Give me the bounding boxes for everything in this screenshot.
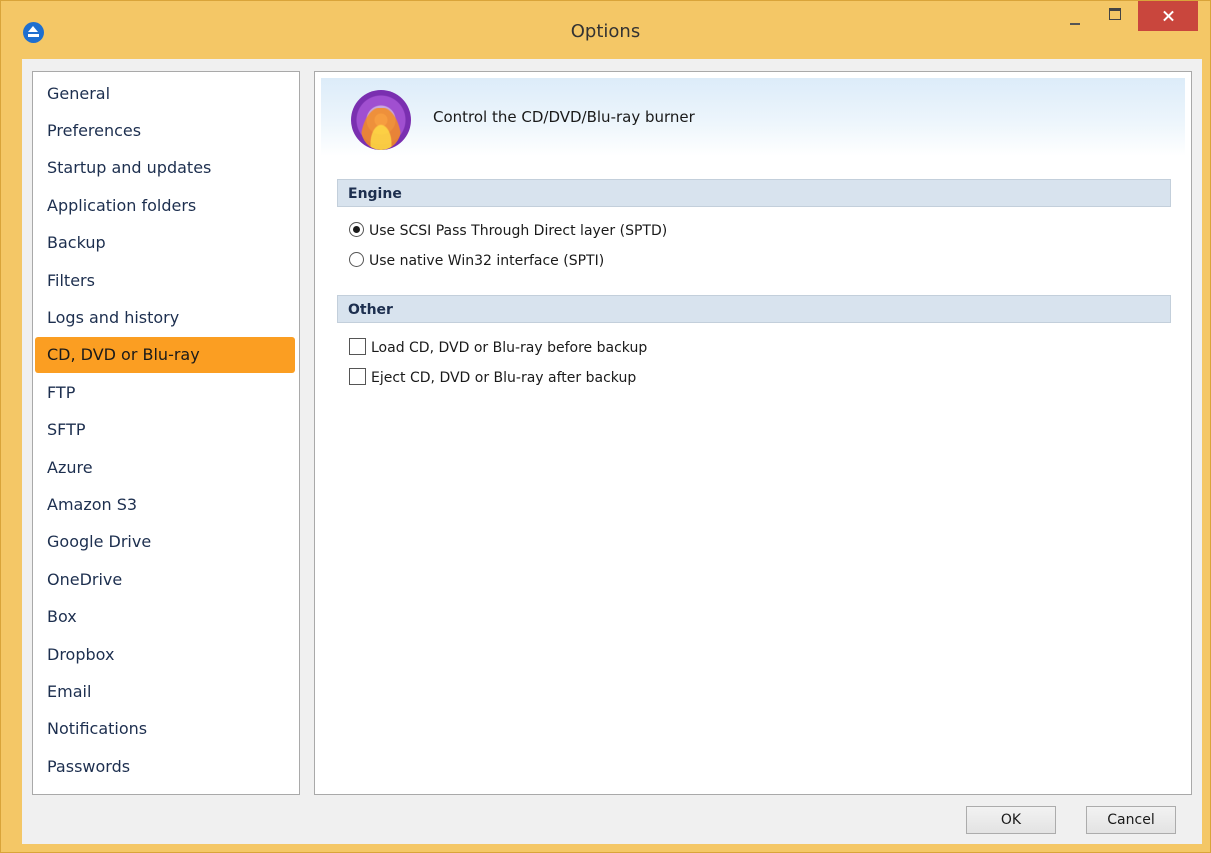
section-header-engine: Engine	[337, 179, 1171, 207]
sidebar-item-google-drive[interactable]: Google Drive	[35, 524, 295, 560]
options-category-list[interactable]: General Preferences Startup and updates …	[32, 71, 300, 795]
checkbox-load-before-backup[interactable]: Load CD, DVD or Blu-ray before backup	[349, 336, 647, 360]
sidebar-item-email[interactable]: Email	[35, 674, 295, 710]
checkbox-eject-after-backup[interactable]: Eject CD, DVD or Blu-ray after backup	[349, 366, 636, 390]
sidebar-item-sftp[interactable]: SFTP	[35, 412, 295, 448]
radio-button-selected[interactable]	[349, 222, 364, 237]
minimize-button[interactable]	[1056, 1, 1094, 41]
page-description: Control the CD/DVD/Blu-ray burner	[433, 108, 695, 126]
checkbox-label-load: Load CD, DVD or Blu-ray before backup	[371, 340, 648, 356]
sidebar-item-backup[interactable]: Backup	[35, 225, 295, 261]
radio-button[interactable]	[349, 252, 364, 267]
sidebar-item-azure[interactable]: Azure	[35, 450, 295, 486]
checkbox-box[interactable]	[349, 368, 366, 385]
sidebar-item-general[interactable]: General	[35, 76, 295, 112]
radio-label-sptd: Use SCSI Pass Through Direct layer (SPTD…	[369, 223, 668, 239]
sidebar-item-cd-dvd-bluray[interactable]: CD, DVD or Blu-ray	[35, 337, 295, 373]
sidebar-item-notifications[interactable]: Notifications	[35, 711, 295, 747]
radio-label-spti: Use native Win32 interface (SPTI)	[369, 253, 605, 269]
sidebar-item-amazon-s3[interactable]: Amazon S3	[35, 487, 295, 523]
window-title: Options	[570, 21, 641, 42]
sidebar-item-preferences[interactable]: Preferences	[35, 113, 295, 149]
cd-dvd-burner-icon	[351, 90, 411, 150]
close-button[interactable]	[1138, 1, 1198, 31]
section-header-other: Other	[337, 295, 1171, 323]
sidebar-item-box[interactable]: Box	[35, 599, 295, 635]
sidebar-item-dropbox[interactable]: Dropbox	[35, 637, 295, 673]
radio-sptd[interactable]: Use SCSI Pass Through Direct layer (SPTD…	[349, 219, 667, 243]
sidebar-item-passwords[interactable]: Passwords	[35, 749, 295, 785]
title-bar[interactable]: Options	[1, 1, 1210, 59]
checkbox-label-eject: Eject CD, DVD or Blu-ray after backup	[371, 370, 637, 386]
cancel-button[interactable]: Cancel	[1086, 806, 1176, 834]
ok-button[interactable]: OK	[966, 806, 1056, 834]
dialog-client-area: General Preferences Startup and updates …	[22, 59, 1202, 844]
radio-spti[interactable]: Use native Win32 interface (SPTI)	[349, 249, 604, 273]
sidebar-item-ftp[interactable]: FTP	[35, 375, 295, 411]
sidebar-item-onedrive[interactable]: OneDrive	[35, 562, 295, 598]
maximize-button[interactable]	[1097, 1, 1135, 41]
sidebar-item-logs-and-history[interactable]: Logs and history	[35, 300, 295, 336]
sidebar-item-application-folders[interactable]: Application folders	[35, 188, 295, 224]
sidebar-item-startup-and-updates[interactable]: Startup and updates	[35, 150, 295, 186]
checkbox-box[interactable]	[349, 338, 366, 355]
options-content-panel: Control the CD/DVD/Blu-ray burner Engine…	[314, 71, 1192, 795]
sidebar-item-filters[interactable]: Filters	[35, 263, 295, 299]
options-window: Options General Preferences Startup and …	[0, 0, 1211, 853]
page-banner: Control the CD/DVD/Blu-ray burner	[321, 78, 1185, 156]
